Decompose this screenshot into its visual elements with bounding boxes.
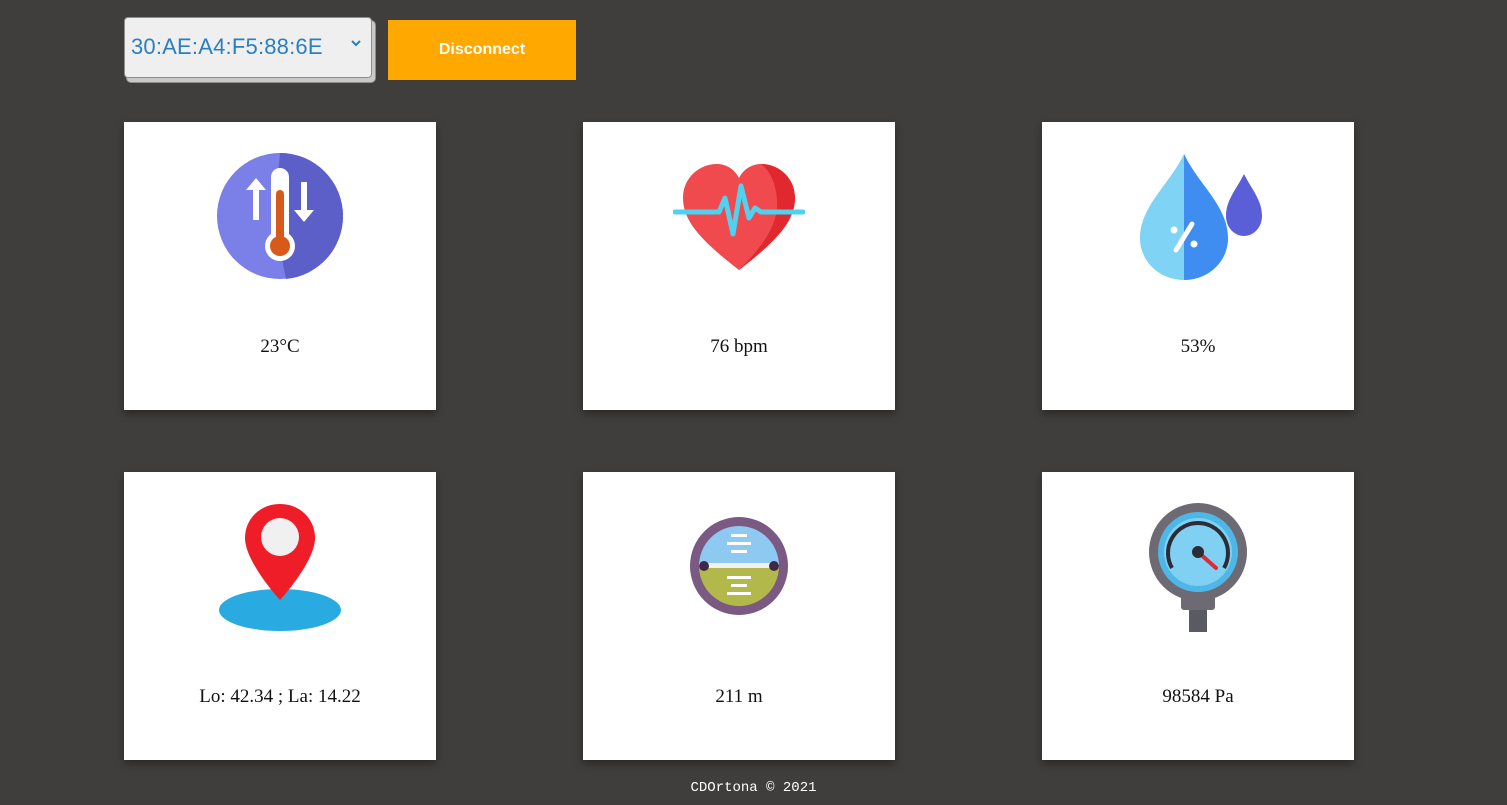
disconnect-button[interactable]: Disconnect — [388, 20, 576, 80]
chevron-down-icon — [351, 40, 361, 47]
heart-rate-icon — [673, 164, 805, 270]
temperature-card: 23°C — [124, 122, 436, 410]
altitude-card: 211 m — [583, 472, 895, 760]
location-pin-icon — [219, 504, 341, 631]
footer-copyright: CDOrtona © 2021 — [690, 780, 817, 796]
heart-rate-value: 76 bpm — [710, 336, 768, 357]
pressure-gauge-icon — [1149, 503, 1247, 632]
humidity-card: 53% — [1042, 122, 1354, 410]
pressure-card: 98584 Pa — [1042, 472, 1354, 760]
device-select-value: 30:AE:A4:F5:88:6E — [131, 34, 323, 59]
heart-rate-card: 76 bpm — [583, 122, 895, 410]
thermometer-icon — [217, 153, 344, 279]
location-value: Lo: 42.34 ; La: 14.22 — [199, 686, 361, 707]
humidity-value: 53% — [1180, 336, 1216, 357]
toolbar: 30:AE:A4:F5:88:6E Disconnect — [124, 17, 584, 83]
temperature-value: 23°C — [260, 336, 300, 357]
altitude-value: 211 m — [715, 686, 763, 707]
pressure-value: 98584 Pa — [1162, 686, 1234, 707]
device-select[interactable]: 30:AE:A4:F5:88:6E — [124, 17, 372, 78]
location-card: Lo: 42.34 ; La: 14.22 — [124, 472, 436, 760]
altimeter-icon — [690, 517, 788, 615]
humidity-drops-icon — [1140, 154, 1262, 280]
